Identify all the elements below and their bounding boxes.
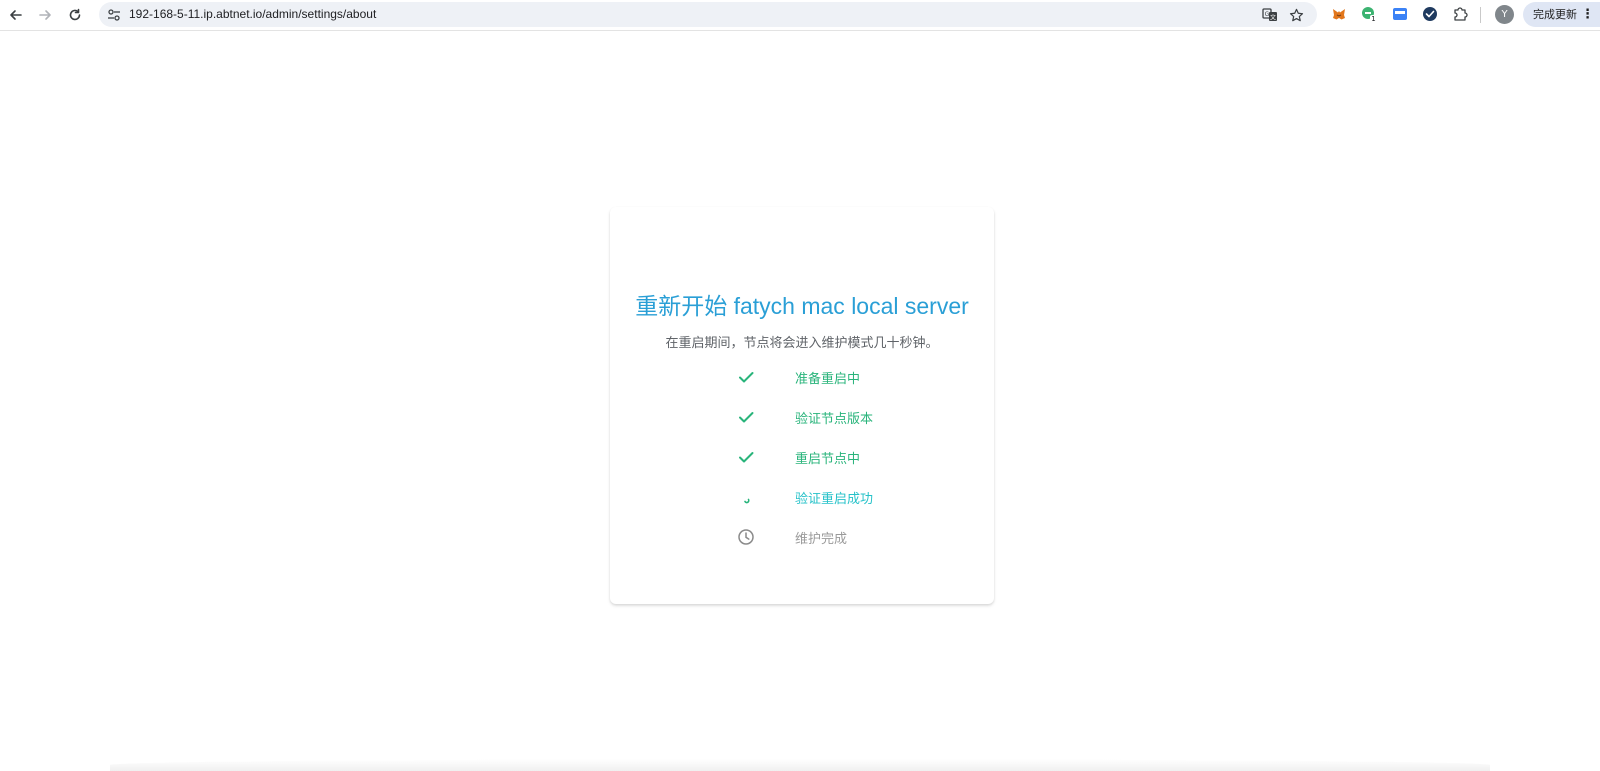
extension-badge: 1 bbox=[1371, 15, 1375, 23]
bookmark-star-icon[interactable] bbox=[1286, 5, 1306, 25]
step-item: 准备重启中 bbox=[735, 365, 975, 389]
extensions-puzzle-icon[interactable] bbox=[1450, 4, 1470, 24]
url-text[interactable]: 192-168-5-11.ip.abtnet.io/admin/settings… bbox=[129, 7, 376, 21]
step-item: 重启节点中 bbox=[735, 445, 975, 469]
dialog-title: 重新开始 fatych mac local server bbox=[635, 293, 969, 319]
restart-dialog: 重新开始 fatych mac local server 在重启期间，节点将会进… bbox=[610, 207, 994, 604]
back-icon[interactable] bbox=[5, 4, 27, 26]
step-label: 准备重启中 bbox=[795, 372, 861, 387]
step-label: 重启节点中 bbox=[795, 452, 861, 467]
check-icon bbox=[735, 366, 757, 388]
check-extension-icon[interactable] bbox=[1420, 4, 1440, 24]
svg-text:文: 文 bbox=[1270, 14, 1276, 22]
svg-text:G: G bbox=[1265, 11, 1270, 18]
toolbar-divider bbox=[1480, 7, 1481, 23]
update-button[interactable]: 完成更新 ⋮ bbox=[1523, 2, 1600, 27]
step-label: 验证重启成功 bbox=[795, 492, 874, 507]
bottom-shadow bbox=[110, 759, 1490, 771]
step-item: 维护完成 bbox=[735, 525, 975, 549]
site-settings-icon[interactable] bbox=[105, 6, 122, 23]
browser-toolbar: 192-168-5-11.ip.abtnet.io/admin/settings… bbox=[0, 0, 1600, 31]
clock-icon bbox=[735, 526, 757, 548]
translate-icon[interactable]: 文 G bbox=[1260, 5, 1280, 25]
forward-icon[interactable] bbox=[34, 4, 56, 26]
card-extension-icon[interactable] bbox=[1390, 4, 1410, 24]
check-icon bbox=[735, 446, 757, 468]
metamask-extension-icon[interactable] bbox=[1329, 4, 1349, 24]
step-item: 验证重启成功 bbox=[735, 485, 975, 509]
dialog-description: 在重启期间，节点将会进入维护模式几十秒钟。 bbox=[665, 336, 939, 351]
profile-avatar[interactable]: Y bbox=[1495, 5, 1514, 24]
address-bar[interactable]: 192-168-5-11.ip.abtnet.io/admin/settings… bbox=[99, 2, 1317, 27]
step-item: 验证节点版本 bbox=[735, 405, 975, 429]
more-menu-icon[interactable]: ⋮ bbox=[1581, 2, 1594, 27]
wallet-extension-icon[interactable]: 1 bbox=[1359, 4, 1379, 24]
loading-spinner-icon bbox=[735, 486, 757, 508]
reload-icon[interactable] bbox=[64, 4, 86, 26]
update-button-label: 完成更新 bbox=[1533, 8, 1577, 21]
check-icon bbox=[735, 406, 757, 428]
step-label: 验证节点版本 bbox=[795, 412, 874, 427]
step-label: 维护完成 bbox=[795, 532, 848, 547]
